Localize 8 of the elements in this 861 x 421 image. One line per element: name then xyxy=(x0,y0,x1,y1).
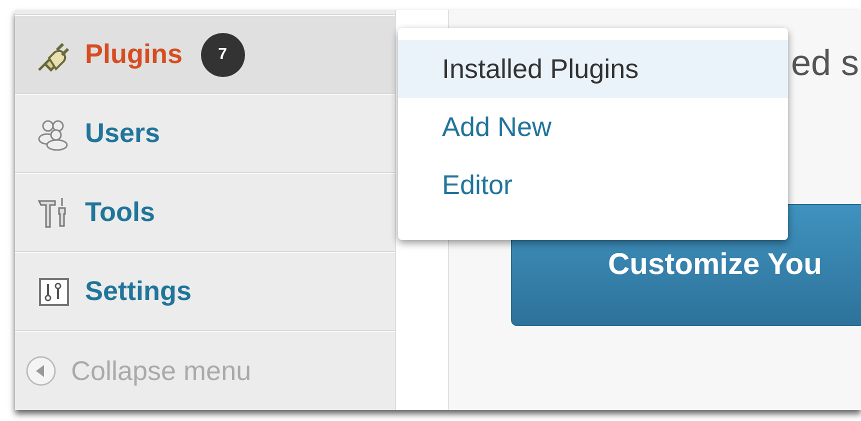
submenu-item[interactable]: Add New xyxy=(398,98,788,156)
intro-text: ed s xyxy=(791,42,860,84)
sidebar-item[interactable]: Tools xyxy=(15,173,395,252)
sidebar-item[interactable]: Plugins 7 xyxy=(15,15,395,94)
count-badge: 7 xyxy=(200,32,245,76)
sidebar-item[interactable]: Settings xyxy=(15,252,395,331)
submenu-item[interactable]: Installed Plugins xyxy=(398,40,788,98)
sidebar-item[interactable]: Users xyxy=(15,94,395,173)
